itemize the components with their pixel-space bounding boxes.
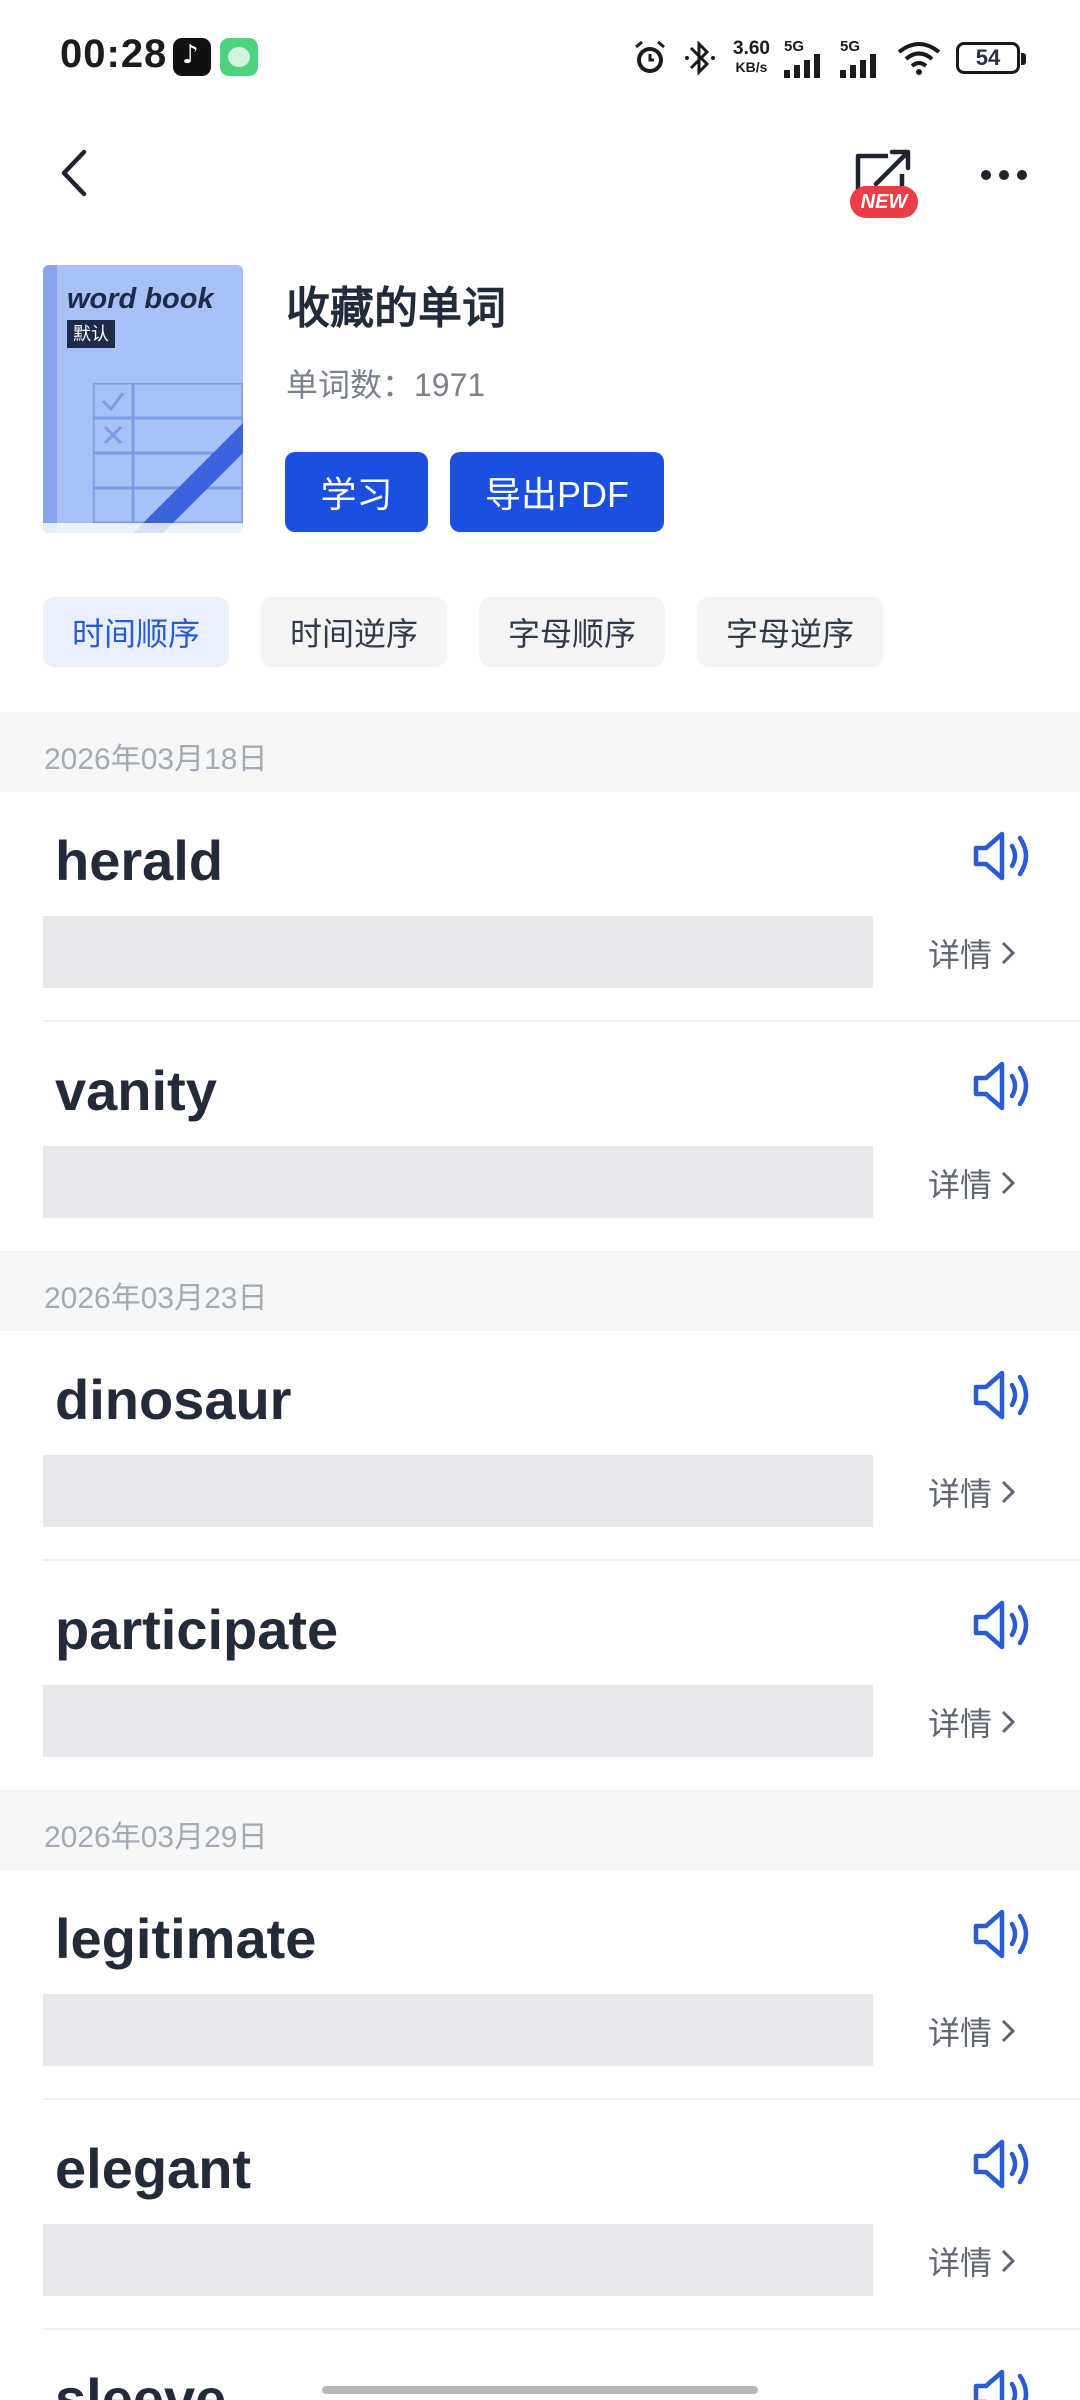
alarm-icon	[635, 40, 665, 73]
date-label: 2026年03月29日	[44, 1821, 268, 1854]
speaker-icon[interactable]	[972, 2366, 1034, 2400]
date-label: 2026年03月23日	[44, 1282, 268, 1315]
word-row[interactable]: participate 详情	[0, 1561, 1080, 1791]
word-text: elegant	[55, 2137, 252, 2200]
signal-bars-icon	[784, 53, 820, 78]
chevron-right-icon	[1001, 2249, 1016, 2273]
detail-label: 详情	[928, 1476, 993, 1512]
status-time: 00:28	[60, 32, 168, 76]
book-cover-grid-illustration	[93, 383, 243, 533]
status-bar: 00:28 3.60 KB/s 5G 5G	[0, 0, 1080, 118]
hidden-meaning-bar[interactable]	[43, 916, 873, 988]
detail-link[interactable]: 详情	[928, 1469, 1016, 1515]
word-row[interactable]: herald 详情	[0, 792, 1080, 1022]
detail-label: 详情	[928, 1706, 993, 1742]
word-text: participate	[55, 1598, 339, 1661]
battery-indicator: 54	[956, 42, 1026, 74]
study-button[interactable]: 学习	[285, 452, 428, 532]
date-header: 2026年03月29日	[0, 1790, 1080, 1870]
hidden-meaning-bar[interactable]	[43, 1455, 873, 1527]
detail-link[interactable]: 详情	[928, 930, 1016, 976]
sort-chip-alpha-desc[interactable]: 字母逆序	[697, 597, 883, 667]
hidden-meaning-bar[interactable]	[43, 1685, 873, 1757]
book-cover-title: word book	[67, 283, 214, 315]
speaker-icon[interactable]	[972, 1058, 1034, 1114]
chevron-right-icon	[1001, 2019, 1016, 2043]
word-book-cover: word book 默认	[43, 265, 243, 533]
speaker-icon[interactable]	[972, 1597, 1034, 1653]
detail-link[interactable]: 详情	[928, 1160, 1016, 1206]
hidden-meaning-bar[interactable]	[43, 1994, 873, 2066]
signal-1: 5G	[784, 39, 826, 78]
word-text: dinosaur	[55, 1368, 292, 1431]
detail-link[interactable]: 详情	[928, 2238, 1016, 2284]
chevron-right-icon	[1001, 1171, 1016, 1195]
wifi-icon	[897, 42, 941, 75]
detail-label: 详情	[928, 937, 993, 973]
tiktok-app-icon	[173, 38, 211, 76]
detail-link[interactable]: 详情	[928, 1699, 1016, 1745]
chat-app-icon	[220, 38, 258, 76]
word-text: vanity	[55, 1059, 217, 1122]
chevron-right-icon	[1001, 1710, 1016, 1734]
bluetooth-icon	[685, 40, 716, 76]
word-row[interactable]: legitimate 详情	[0, 1870, 1080, 2100]
chevron-right-icon	[1001, 941, 1016, 965]
word-row[interactable]: dinosaur 详情	[0, 1331, 1080, 1561]
word-count: 单词数：1971	[286, 367, 486, 403]
speaker-icon[interactable]	[972, 1906, 1034, 1962]
signal-bars-icon	[840, 53, 876, 78]
word-row[interactable]: vanity 详情	[0, 1022, 1080, 1252]
chevron-right-icon	[1001, 1480, 1016, 1504]
date-label: 2026年03月18日	[44, 743, 268, 776]
signal-2: 5G	[840, 39, 882, 78]
date-header: 2026年03月23日	[0, 1251, 1080, 1331]
detail-label: 详情	[928, 1167, 993, 1203]
hidden-meaning-bar[interactable]	[43, 2224, 873, 2296]
book-spine	[43, 265, 57, 533]
word-text: herald	[55, 829, 224, 892]
speaker-icon[interactable]	[972, 828, 1034, 884]
more-options-icon[interactable]	[980, 160, 1028, 190]
status-indicators: 3.60 KB/s 5G 5G 54	[631, 28, 1026, 88]
book-cover-tag: 默认	[67, 320, 115, 348]
sort-chip-time-desc[interactable]: 时间逆序	[261, 597, 447, 667]
new-badge: NEW	[850, 186, 918, 218]
network-speed: 3.60 KB/s	[733, 38, 770, 75]
sort-chip-time-asc[interactable]: 时间顺序	[43, 597, 229, 667]
date-header: 2026年03月18日	[0, 712, 1080, 792]
word-text: legitimate	[55, 1907, 317, 1970]
book-pages-edge	[43, 523, 243, 533]
home-indicator[interactable]	[322, 2386, 758, 2394]
speaker-icon[interactable]	[972, 2136, 1034, 2192]
export-pdf-button[interactable]: 导出PDF	[450, 452, 664, 532]
detail-label: 详情	[928, 2015, 993, 2051]
speaker-icon[interactable]	[972, 1367, 1034, 1423]
hidden-meaning-bar[interactable]	[43, 1146, 873, 1218]
sort-chip-alpha-asc[interactable]: 字母顺序	[479, 597, 665, 667]
word-row[interactable]: elegant 详情	[0, 2100, 1080, 2330]
word-text: sleeve	[55, 2367, 227, 2400]
page-title: 收藏的单词	[286, 284, 506, 333]
detail-label: 详情	[928, 2245, 993, 2281]
detail-link[interactable]: 详情	[928, 2008, 1016, 2054]
back-arrow-icon[interactable]	[54, 148, 94, 198]
